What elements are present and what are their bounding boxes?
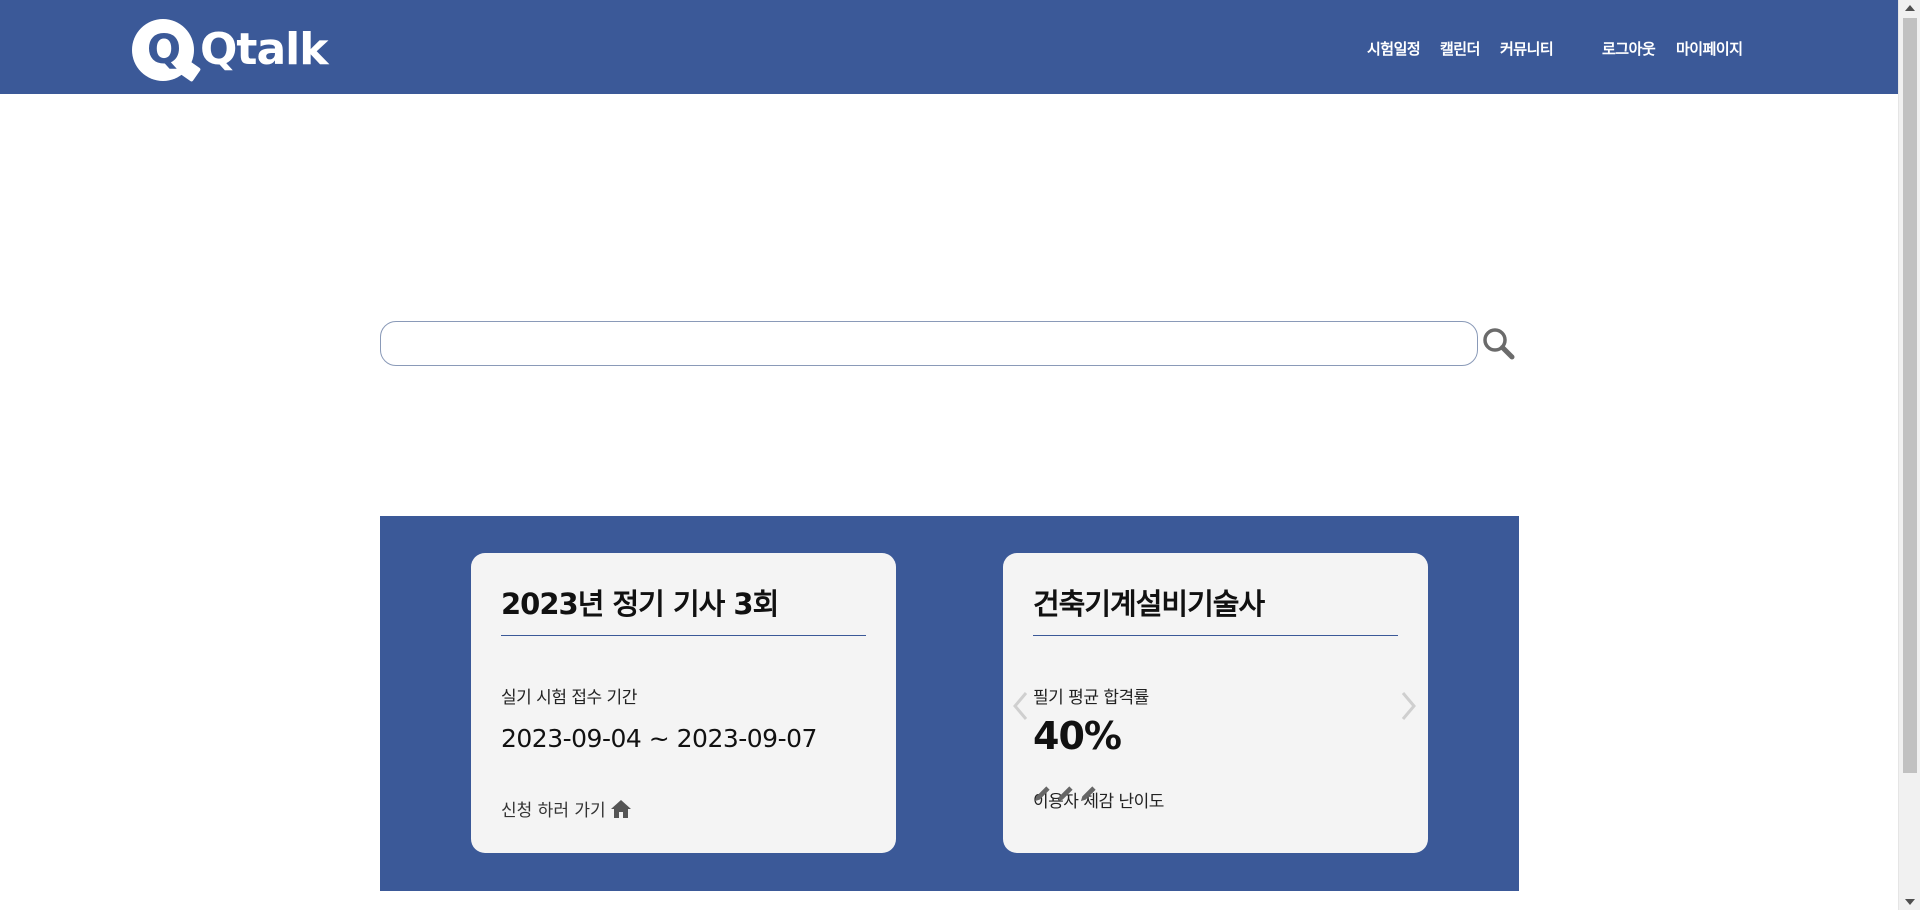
top-header: Q Qtalk 시험일정 캘린더 커뮤니티 로그아웃 마이페이지: [0, 0, 1898, 94]
exam-info-panel: 2023년 정기 기사 3회 실기 시험 접수 기간 2023-09-04 ~ …: [380, 516, 1519, 891]
pass-rate-label: 필기 평균 합격률: [1033, 688, 1149, 708]
exam-schedule-card: 2023년 정기 기사 3회 실기 시험 접수 기간 2023-09-04 ~ …: [471, 553, 896, 853]
scroll-up-icon[interactable]: [1905, 5, 1915, 11]
logo-letter: Q: [146, 27, 181, 73]
chevron-left-icon: [1013, 692, 1028, 720]
page-scrollbar[interactable]: [1898, 0, 1920, 910]
pass-rate-value: 40%: [1033, 714, 1122, 758]
card-title: 2023년 정기 기사 3회: [501, 581, 866, 636]
card-label: 실기 시험 접수 기간: [501, 688, 637, 708]
search-input[interactable]: [380, 321, 1478, 366]
nav-community[interactable]: 커뮤니티: [1500, 38, 1554, 59]
prev-arrow[interactable]: [1011, 690, 1031, 722]
search-icon: [1483, 328, 1515, 360]
search-button[interactable]: [1481, 326, 1517, 362]
nav-logout[interactable]: 로그아웃: [1602, 38, 1656, 59]
logo-q-circle: Q: [132, 19, 194, 81]
logo-text: Qtalk: [200, 24, 328, 75]
scroll-down-icon[interactable]: [1905, 899, 1915, 905]
pencil-icon: [1080, 786, 1096, 802]
apply-link-label: 신청 하러 가기: [501, 801, 606, 821]
scroll-thumb[interactable]: [1903, 18, 1917, 773]
nav-mypage[interactable]: 마이페이지: [1676, 38, 1743, 59]
pencil-icon: [1034, 786, 1050, 802]
home-icon: [610, 799, 631, 818]
next-arrow[interactable]: [1398, 690, 1418, 722]
exam-period: 2023-09-04 ~ 2023-09-07: [501, 724, 817, 753]
qtalk-logo[interactable]: Q Qtalk: [132, 18, 328, 82]
certificate-card: 건축기계설비기술사 필기 평균 합격률 40% 이용자 체감 난이도: [1003, 553, 1428, 853]
card-title: 건축기계설비기술사: [1033, 581, 1398, 636]
nav-exam-schedule[interactable]: 시험일정: [1367, 38, 1421, 59]
difficulty-rating: [1033, 784, 1098, 803]
chevron-right-icon: [1401, 692, 1416, 720]
apply-link[interactable]: 신청 하러 가기: [501, 796, 632, 821]
nav-calendar[interactable]: 캘린더: [1440, 38, 1480, 59]
pencil-icon: [1057, 786, 1073, 802]
